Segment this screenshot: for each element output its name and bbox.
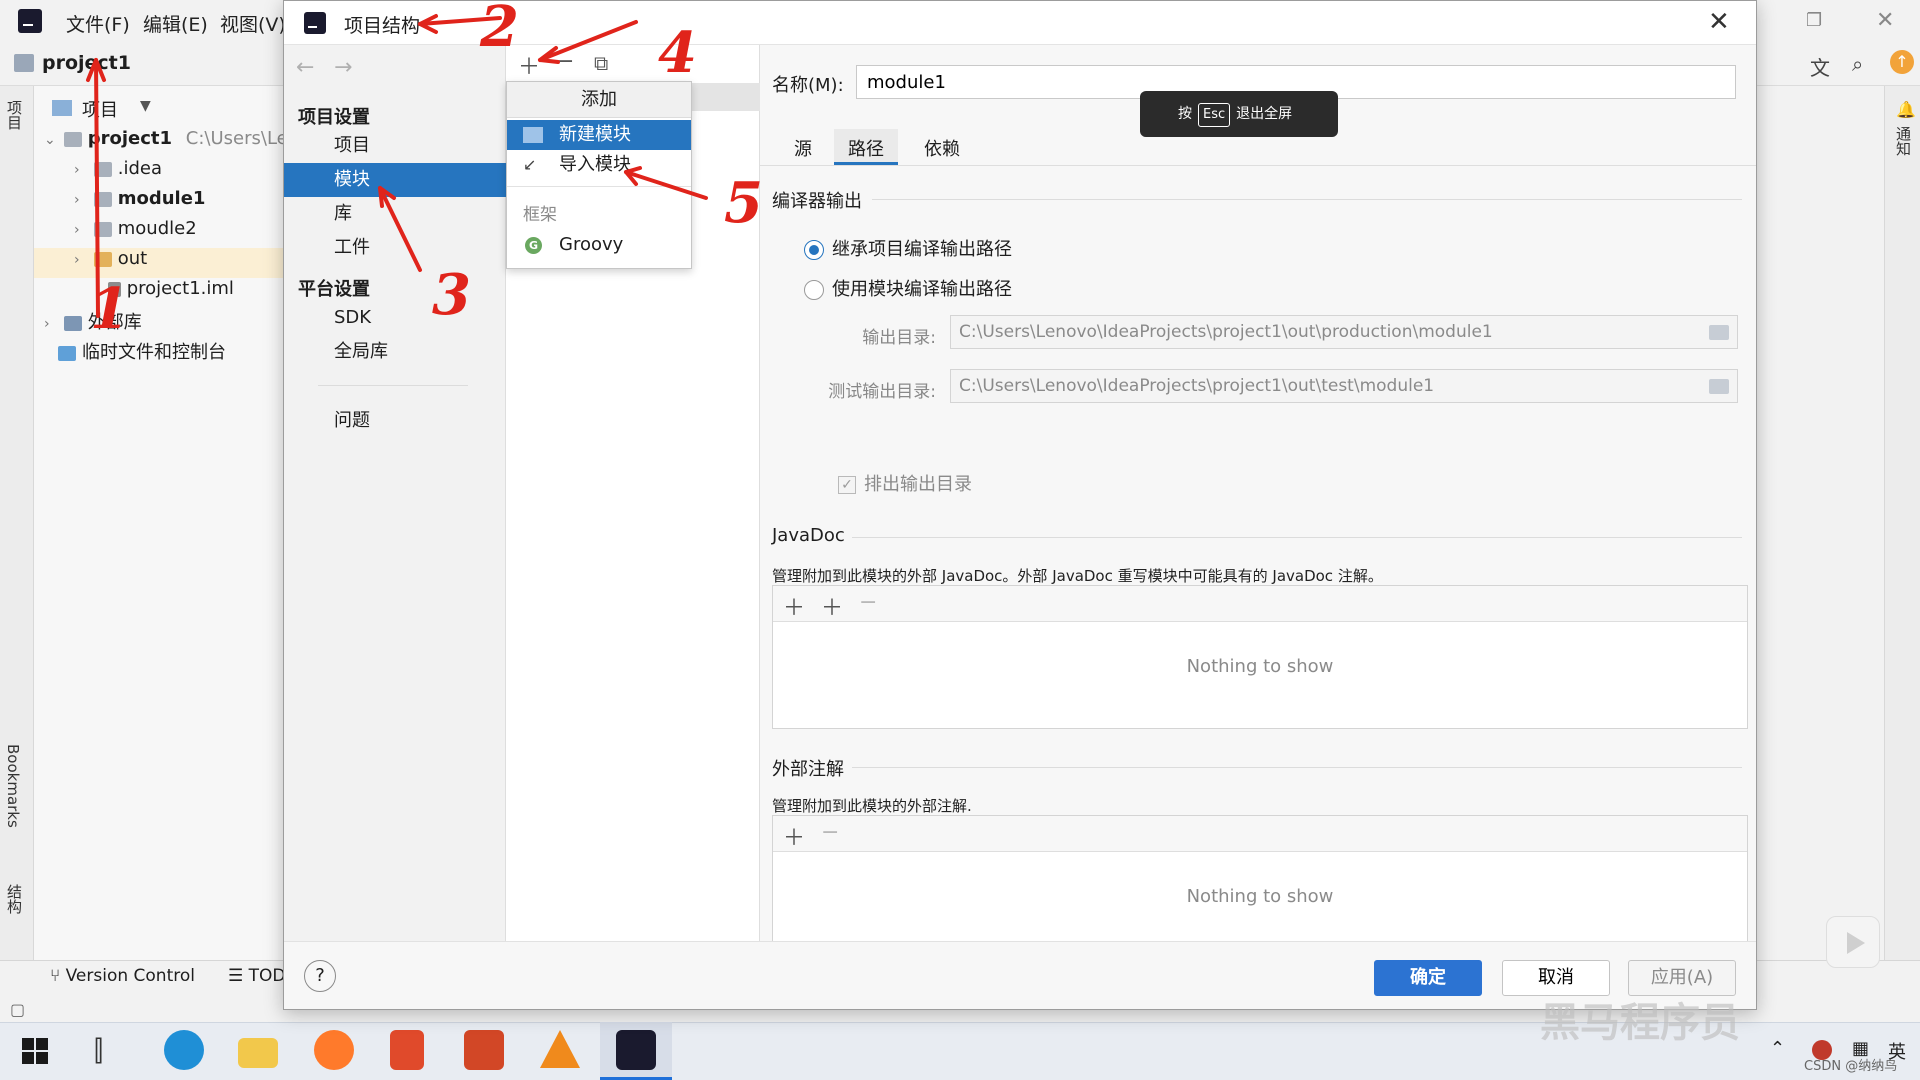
annotation-arrow-5	[624, 170, 708, 200]
annotation-arrow-3	[378, 186, 422, 272]
annotation-number-3: 3	[432, 262, 471, 328]
annotation-number-2: 2	[480, 0, 519, 60]
annotation-number-1: 1	[90, 276, 129, 342]
annotation-arrows	[86, 14, 708, 318]
video-watermark: 黑马程序员	[1540, 1000, 1740, 1046]
play-icon[interactable]	[1826, 916, 1880, 968]
annotation-number-4: 4	[658, 20, 697, 86]
annotation-number-5: 5	[724, 170, 763, 236]
annotation-arrow-4	[538, 20, 638, 62]
